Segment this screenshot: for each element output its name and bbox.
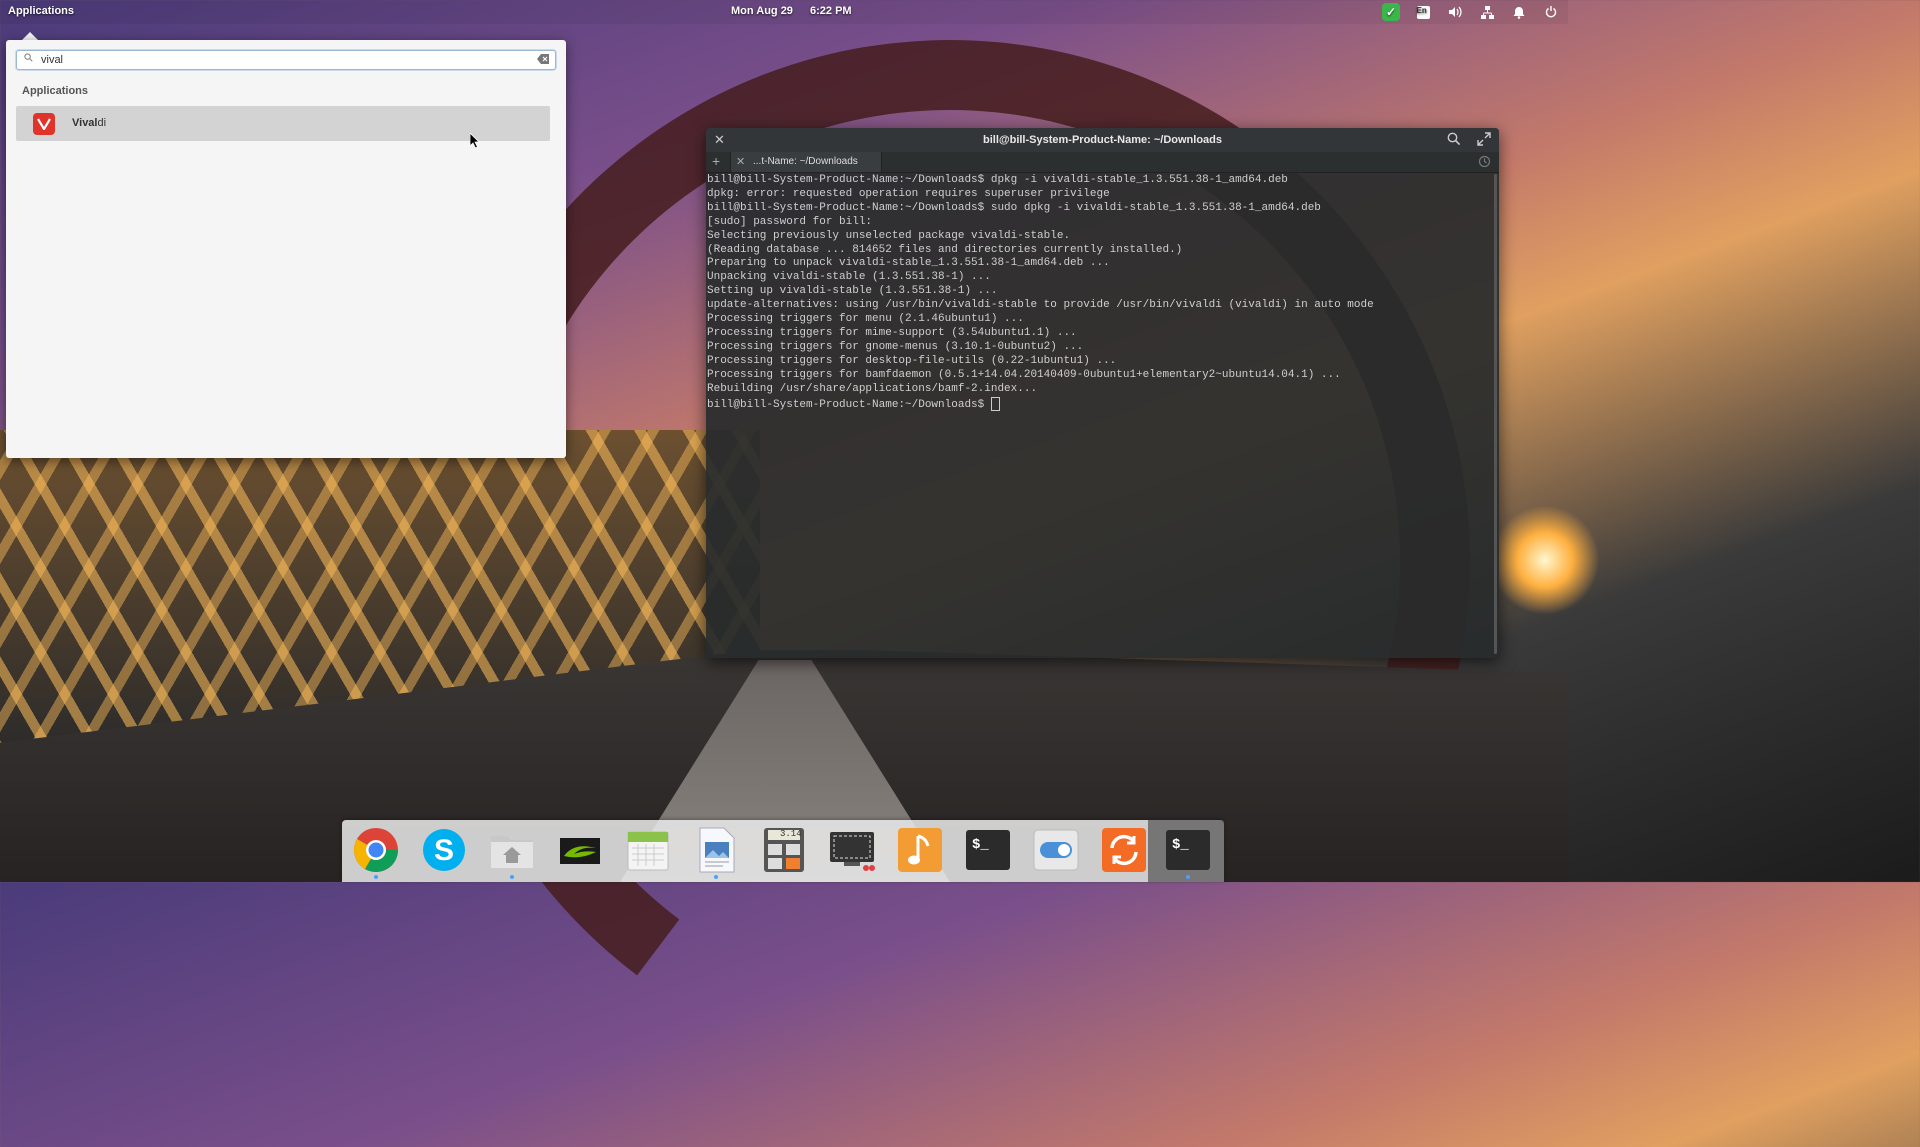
keyboard-layout-icon: En xyxy=(1416,5,1430,19)
tab-close-icon[interactable]: ✕ xyxy=(736,155,745,168)
terminal-line: Processing triggers for gnome-menus (3.1… xyxy=(707,340,1084,353)
calendar-icon[interactable] xyxy=(624,826,672,874)
terminal-line: (Reading database ... 814652 files and d… xyxy=(707,243,1183,256)
search-result-label: Vivaldi xyxy=(72,117,106,129)
terminal-window[interactable]: ✕ bill@bill-System-Product-Name: ~/Downl… xyxy=(706,128,1499,658)
terminal-line: Selecting previously unselected package … xyxy=(707,229,1071,242)
search-result-rest: di xyxy=(97,117,107,129)
search-result-match: Vival xyxy=(72,117,98,129)
running-indicator xyxy=(714,875,718,879)
menu-caret xyxy=(22,32,38,40)
applications-button[interactable]: Applications xyxy=(8,5,74,17)
terminal-tab[interactable]: ✕ ...t-Name: ~/Downloads xyxy=(730,152,882,172)
keyboard-layout-label: En xyxy=(1416,5,1427,15)
calculator-icon[interactable]: 3.14 xyxy=(760,826,808,874)
vivaldi-icon xyxy=(33,113,55,135)
music-icon[interactable] xyxy=(896,826,944,874)
terminal-line: Rebuilding /usr/share/applications/bamf-… xyxy=(707,382,1038,395)
indicator-area: ✓ En xyxy=(1382,3,1560,21)
switchboard-icon[interactable] xyxy=(1032,826,1080,874)
nvidia-icon[interactable] xyxy=(556,826,604,874)
calculator-display: 3.14 xyxy=(780,829,802,839)
svg-text:$_: $_ xyxy=(1172,837,1189,853)
dock: S 3.14 $_ $_ xyxy=(342,820,1224,882)
terminal-line: Unpacking vivaldi-stable (1.3.551.38-1) … xyxy=(707,271,991,284)
text-cursor xyxy=(990,396,1000,411)
document-viewer-icon[interactable] xyxy=(692,826,740,879)
terminal-line: dpkg: error: requested operation require… xyxy=(707,187,1110,200)
history-icon[interactable] xyxy=(1478,155,1491,168)
screenshot-icon[interactable] xyxy=(828,826,876,874)
terminal-line: bill@bill-System-Product-Name:~/Download… xyxy=(707,201,1321,214)
search-icon xyxy=(24,53,33,62)
skype-icon[interactable]: S xyxy=(420,826,468,874)
terminal-tabbar: + ✕ ...t-Name: ~/Downloads xyxy=(706,152,1499,173)
terminal-icon[interactable]: $_ xyxy=(964,826,1012,874)
tab-label: ...t-Name: ~/Downloads xyxy=(753,156,858,167)
running-indicator xyxy=(1186,875,1190,879)
power-icon[interactable] xyxy=(1542,3,1560,21)
terminal-line: Processing triggers for bamfdaemon (0.5.… xyxy=(707,368,1341,381)
clock[interactable]: Mon Aug 29 6:22 PM xyxy=(731,5,866,17)
network-icon[interactable] xyxy=(1478,3,1496,21)
terminal-active-icon[interactable]: $_ xyxy=(1164,826,1212,879)
files-icon[interactable] xyxy=(488,826,536,879)
date-label: Mon Aug 29 xyxy=(731,5,793,17)
terminal-line: Processing triggers for mime-support (3.… xyxy=(707,326,1077,339)
applications-menu: Applications Vivaldi xyxy=(6,40,566,458)
chrome-icon[interactable] xyxy=(352,826,400,879)
terminal-line: Preparing to unpack vivaldi-stable_1.3.5… xyxy=(707,257,1110,270)
sun xyxy=(1490,505,1600,615)
search-box[interactable] xyxy=(16,50,556,70)
terminal-line: Setting up vivaldi-stable (1.3.551.38-1)… xyxy=(707,285,998,298)
search-input[interactable] xyxy=(41,52,521,67)
clear-search-icon[interactable] xyxy=(537,54,549,64)
keyboard-layout-indicator[interactable]: En xyxy=(1414,3,1432,21)
terminal-title: bill@bill-System-Product-Name: ~/Downloa… xyxy=(982,134,1222,146)
svg-text:$_: $_ xyxy=(972,837,989,853)
check-indicator-icon[interactable]: ✓ xyxy=(1382,3,1400,21)
top-panel: Applications Mon Aug 29 6:22 PM ✓ En xyxy=(0,0,1568,24)
terminal-line: [sudo] password for bill: xyxy=(707,215,873,228)
svg-text:S: S xyxy=(434,834,454,867)
notifications-icon[interactable] xyxy=(1510,3,1528,21)
terminal-line: update-alternatives: using /usr/bin/viva… xyxy=(707,299,1374,312)
terminal-titlebar[interactable]: ✕ bill@bill-System-Product-Name: ~/Downl… xyxy=(706,128,1499,152)
running-indicator xyxy=(374,875,378,879)
terminal-line: Processing triggers for menu (2.1.46ubun… xyxy=(707,313,1024,326)
maximize-icon[interactable] xyxy=(1477,132,1491,146)
terminal-lines: bill@bill-System-Product-Name:~/Download… xyxy=(707,174,1374,395)
search-icon[interactable] xyxy=(1447,132,1461,146)
mouse-cursor-icon xyxy=(470,133,480,149)
terminal-line: Processing triggers for desktop-file-uti… xyxy=(707,354,1117,367)
time-label: 6:22 PM xyxy=(810,5,852,17)
running-indicator xyxy=(510,875,514,879)
terminal-scrollbar[interactable] xyxy=(1494,174,1497,654)
terminal-prompt: bill@bill-System-Product-Name:~/Download… xyxy=(707,398,991,411)
new-tab-icon[interactable]: + xyxy=(712,153,720,169)
terminal-output[interactable]: bill@bill-System-Product-Name:~/Download… xyxy=(707,174,1487,654)
software-updater-icon[interactable] xyxy=(1100,826,1148,874)
terminal-line: bill@bill-System-Product-Name:~/Download… xyxy=(707,174,1288,186)
volume-icon[interactable] xyxy=(1446,3,1464,21)
applications-section-title: Applications xyxy=(22,85,89,97)
